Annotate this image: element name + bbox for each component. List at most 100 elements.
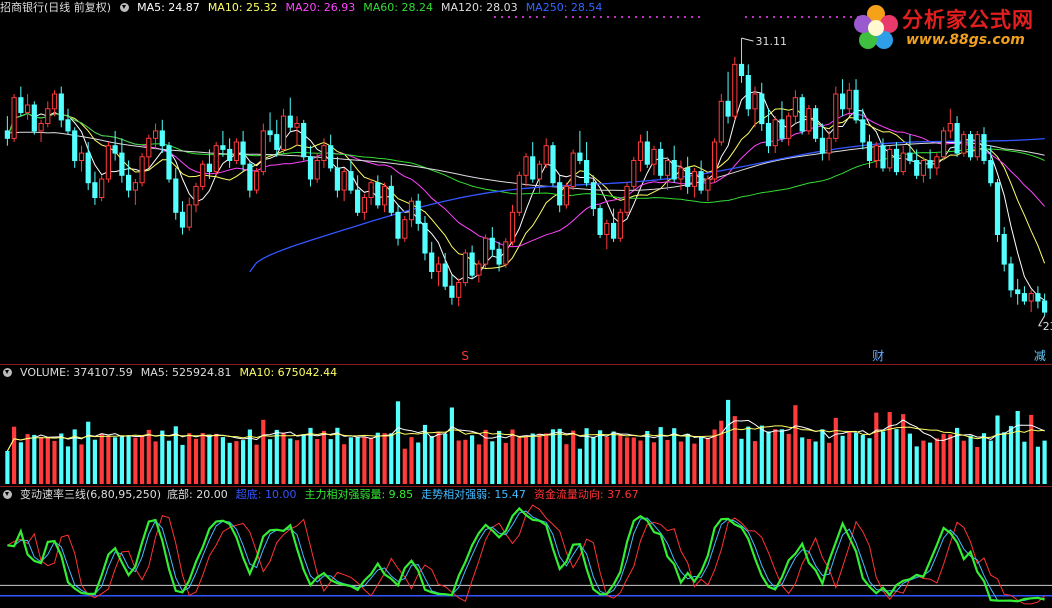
volume-bar: [180, 444, 185, 484]
candle: [112, 145, 118, 154]
volume-bar: [207, 434, 212, 484]
volume-bar: [840, 435, 845, 484]
volume-bar: [685, 433, 690, 484]
volume-bar: [409, 437, 414, 484]
candle: [994, 182, 1001, 235]
volume-bar: [752, 441, 758, 484]
candle: [126, 174, 132, 191]
candle: [314, 160, 320, 180]
dropdown-icon[interactable]: [120, 3, 130, 12]
volume-bar: [726, 399, 731, 484]
volume-bar: [773, 429, 778, 484]
ma10-label: MA10: 25.32: [207, 1, 278, 14]
candle: [779, 119, 785, 139]
volume-bar: [820, 429, 825, 484]
volume-bar: [456, 440, 461, 484]
candle: [375, 182, 381, 206]
volume-bar: [827, 442, 832, 484]
candle: [597, 208, 603, 236]
candle: [435, 263, 442, 272]
volume-bar: [571, 430, 576, 484]
candle: [927, 160, 933, 169]
candle: [900, 152, 906, 173]
volume-bar: [160, 430, 165, 484]
candle: [267, 130, 273, 136]
candle: [624, 185, 630, 213]
candle: [981, 134, 987, 162]
volume-bar: [672, 428, 677, 484]
candle: [220, 145, 226, 150]
candle: [456, 282, 462, 298]
volume-bar: [598, 430, 603, 484]
volume-bar: [348, 437, 353, 484]
candle: [664, 160, 671, 176]
volume-bar: [1015, 411, 1020, 484]
volume-bar: [793, 405, 798, 484]
volume-bar: [342, 444, 347, 484]
volume-bar: [193, 438, 199, 484]
main-strength-line: [7, 506, 1045, 603]
volume-bar: [25, 434, 30, 484]
volume-bar: [624, 437, 630, 484]
candle: [685, 167, 691, 187]
candle: [45, 108, 51, 124]
volume-bar: [800, 437, 805, 484]
volume-bar: [867, 438, 872, 484]
candle: [1028, 293, 1034, 302]
candle: [247, 163, 253, 191]
candle: [765, 123, 772, 147]
volume-bar: [113, 437, 118, 484]
candle: [893, 148, 900, 173]
dropdown-icon[interactable]: [3, 490, 12, 499]
volume-bar: [934, 438, 939, 484]
volume-bar: [1008, 426, 1014, 484]
volume-bar: [227, 442, 232, 484]
volume-bar: [961, 440, 966, 484]
volume-bar: [1002, 432, 1007, 484]
volume-bar: [288, 438, 293, 484]
candle: [887, 148, 893, 169]
candle: [819, 137, 825, 154]
candle: [914, 160, 920, 176]
dropdown-icon[interactable]: [3, 368, 12, 377]
candle: [31, 104, 37, 132]
ma60-label: MA60: 28.24: [363, 1, 433, 14]
candle: [503, 241, 509, 265]
candle: [274, 134, 280, 150]
candle: [18, 97, 24, 113]
candle: [334, 167, 340, 191]
candle: [4, 130, 10, 139]
candle: [880, 145, 886, 169]
volume-bar: [813, 441, 818, 484]
volume-bar: [712, 429, 717, 484]
volume-bar: [766, 431, 771, 484]
candle: [772, 119, 778, 147]
volume-bar: [894, 429, 899, 484]
candle: [732, 63, 738, 117]
ma5-label: MA5: 24.87: [137, 1, 200, 14]
event-marker: 减: [1034, 349, 1046, 363]
candle: [590, 182, 596, 210]
candle: [813, 108, 819, 139]
ma20-label: MA20: 26.93: [285, 1, 356, 14]
volume-bar: [692, 443, 697, 484]
volume-bar: [1035, 446, 1040, 484]
volume-bar: [362, 436, 367, 484]
candle: [25, 104, 31, 113]
candle: [745, 75, 751, 110]
volume-bar: [241, 440, 246, 484]
volume-bar: [355, 437, 360, 484]
volume-bar: [335, 427, 340, 484]
logo-url: www.88gs.com: [906, 32, 1025, 48]
candle: [388, 185, 394, 213]
candle: [287, 115, 293, 128]
volume-bar: [449, 407, 454, 484]
volume-bar: [254, 444, 259, 484]
candle: [402, 219, 408, 239]
candle: [476, 263, 482, 276]
volume-bar: [1022, 441, 1027, 484]
candle: [853, 89, 859, 121]
indicator-legend: 变动速率三线(6,80,95,250) 底部: 20.00 超底: 10.00 …: [0, 487, 647, 502]
volume-ma5: MA5: 525924.81: [140, 366, 232, 379]
candle: [206, 163, 213, 173]
